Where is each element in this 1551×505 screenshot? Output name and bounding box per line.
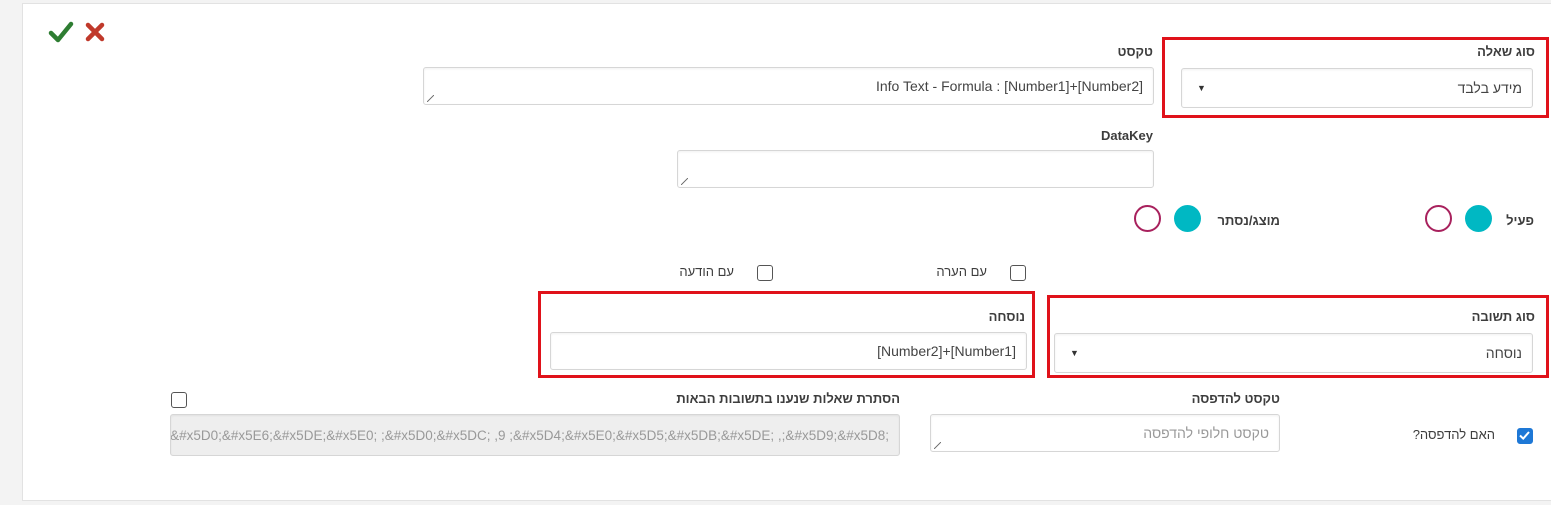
resize-handle-icon[interactable] [934,442,941,449]
with-message-checkbox[interactable] [757,265,773,281]
hide-questions-label: הסתרת שאלות שנענו בתשובות הבאות [676,391,900,406]
print-text-input[interactable]: טקסט חלופי להדפסה [930,414,1280,452]
resize-handle-icon[interactable] [427,95,434,102]
visibility-on-radio[interactable] [1174,205,1201,232]
print-text-placeholder: טקסט חלופי להדפסה [1143,425,1269,441]
active-on-radio[interactable] [1465,205,1492,232]
active-off-radio[interactable] [1425,205,1452,232]
hide-questions-value: &#x5D0;&#x5E6;&#x5DE;&#x5E0; ;&#x5D0;&#x… [170,427,889,443]
visibility-off-radio[interactable] [1134,205,1161,232]
print-checkbox[interactable] [1517,428,1533,444]
check-icon[interactable] [48,20,74,44]
answer-type-select[interactable]: נוסחה [1054,333,1533,373]
with-note-checkbox[interactable] [1010,265,1026,281]
formula-label: נוסחה [988,309,1025,324]
print-checkbox-label: האם להדפסה? [1412,427,1495,442]
formula-input[interactable]: [Number2]+[Number1] [550,332,1027,370]
print-text-label: טקסט להדפסה [1191,391,1280,406]
answer-type-label: סוג תשובה [1471,309,1535,324]
with-message-label: עם הודעה [679,264,734,279]
close-icon[interactable] [84,21,106,43]
datakey-input[interactable] [677,150,1154,188]
datakey-label: DataKey [1100,128,1153,143]
resize-handle-icon[interactable] [681,178,688,185]
text-label: טקסט [1117,44,1153,59]
text-value: Info Text - Formula : [Number1]+[Number2… [875,78,1143,94]
text-input[interactable]: Info Text - Formula : [Number1]+[Number2… [423,67,1154,105]
chevron-down-icon[interactable]: ▼ [1197,83,1206,93]
hide-questions-input: &#x5D0;&#x5E6;&#x5DE;&#x5E0; ;&#x5D0;&#x… [170,414,900,456]
question-type-select[interactable]: מידע בלבד [1181,68,1533,108]
answer-type-value: נוסחה [1485,345,1522,361]
active-label: פעיל [1506,213,1534,228]
visibility-label: מוצג/נסתר [1217,213,1281,228]
hide-questions-checkbox[interactable] [171,392,187,408]
with-note-label: עם הערה [936,264,987,279]
question-type-label: סוג שאלה [1477,44,1535,59]
chevron-down-icon[interactable]: ▼ [1070,348,1079,358]
question-type-value: מידע בלבד [1457,80,1522,96]
formula-value: [Number2]+[Number1] [877,343,1016,359]
